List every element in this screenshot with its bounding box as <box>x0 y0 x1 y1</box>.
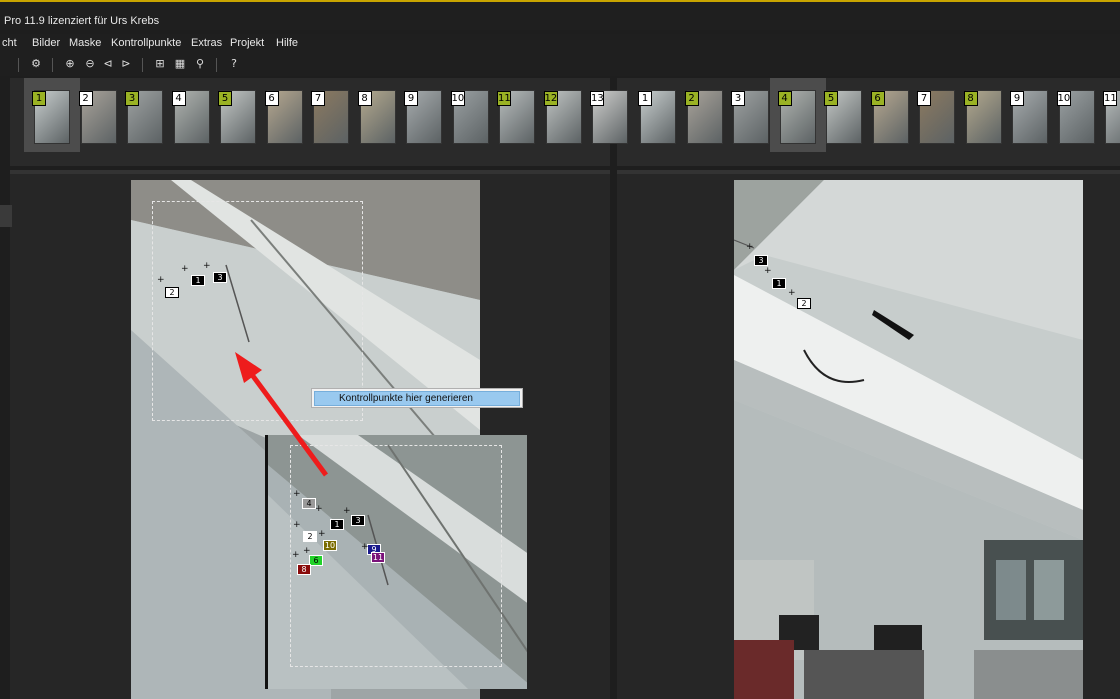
control-point-label[interactable]: 3 <box>754 255 768 266</box>
control-point-marker[interactable]: + <box>361 543 369 552</box>
control-point-label[interactable]: 4 <box>302 498 316 509</box>
control-point-label[interactable]: 1 <box>330 519 344 530</box>
red-arrow-head <box>235 352 262 383</box>
control-point-marker[interactable]: + <box>746 243 754 252</box>
control-point-marker[interactable]: + <box>788 289 796 298</box>
control-point-label[interactable]: 11 <box>371 552 385 563</box>
control-point-label[interactable]: 6 <box>309 555 323 566</box>
control-point-label[interactable]: 3 <box>213 272 227 283</box>
control-point-marker[interactable]: + <box>181 265 189 274</box>
control-point-marker[interactable]: + <box>318 530 326 539</box>
annotation-overlay <box>235 352 329 477</box>
control-point-marker[interactable]: + <box>203 262 211 271</box>
control-point-label[interactable]: 3 <box>351 515 365 526</box>
control-point-marker[interactable]: + <box>303 547 311 556</box>
control-point-marker[interactable]: + <box>292 551 300 560</box>
control-point-marker[interactable]: + <box>764 267 772 276</box>
red-arrow-line <box>247 370 329 477</box>
control-point-marker[interactable]: + <box>343 507 351 516</box>
control-point-label[interactable]: 1 <box>772 278 786 289</box>
control-point-marker[interactable]: + <box>293 490 301 499</box>
control-point-label[interactable]: 2 <box>797 298 811 309</box>
control-point-marker[interactable]: + <box>315 505 323 514</box>
control-point-marker[interactable]: + <box>293 521 301 530</box>
control-point-marker[interactable]: + <box>157 276 165 285</box>
control-point-label[interactable]: 2 <box>165 287 179 298</box>
control-point-label[interactable]: 2 <box>303 531 317 542</box>
control-point-label[interactable]: 8 <box>297 564 311 575</box>
control-point-label[interactable]: 1 <box>191 275 205 286</box>
control-point-label[interactable]: 10 <box>323 540 337 551</box>
